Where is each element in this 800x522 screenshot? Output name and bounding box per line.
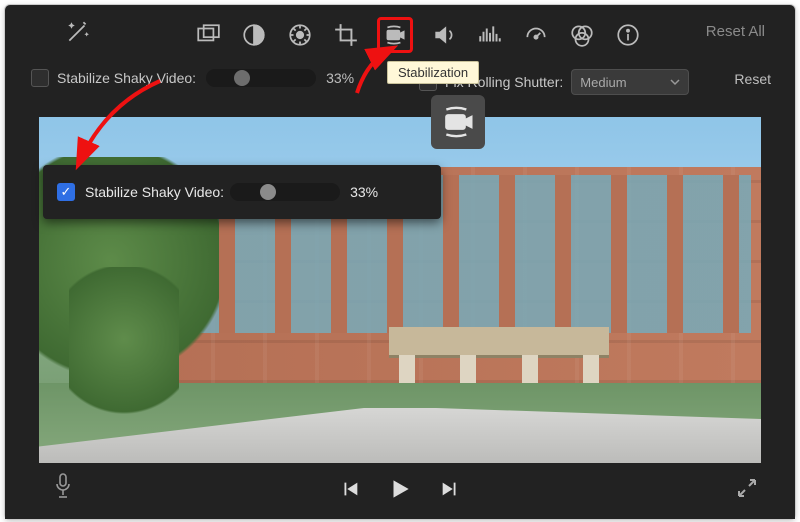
stabilize-checkbox[interactable] <box>31 69 49 87</box>
microphone-icon[interactable] <box>51 472 75 505</box>
chevron-down-icon <box>670 77 680 87</box>
annotation-arrow-left <box>65 75 175 185</box>
speed-icon[interactable] <box>521 20 551 50</box>
stabilize-callout-percent: 33% <box>350 184 378 200</box>
previous-button[interactable] <box>339 478 361 505</box>
overlay-icon[interactable] <box>193 20 223 50</box>
filters-icon[interactable] <box>567 20 597 50</box>
volume-icon[interactable] <box>429 20 459 50</box>
color-balance-icon[interactable] <box>239 20 269 50</box>
stabilization-large-icon <box>431 95 485 149</box>
stabilize-callout-checkbox[interactable]: ✓ <box>57 183 75 201</box>
stabilize-callout-slider[interactable] <box>230 183 340 201</box>
next-button[interactable] <box>439 478 461 505</box>
color-correction-icon[interactable] <box>285 20 315 50</box>
fullscreen-icon[interactable] <box>735 476 759 505</box>
rolling-select-value: Medium <box>580 75 626 90</box>
stabilize-slider[interactable] <box>206 69 316 87</box>
play-button[interactable] <box>387 476 413 507</box>
enhance-wand-icon[interactable] <box>65 19 91 50</box>
reset-button[interactable]: Reset <box>734 71 771 87</box>
stabilize-callout-label: Stabilize Shaky Video: <box>85 184 224 200</box>
bottom-bar <box>5 463 795 519</box>
annotation-arrow-right <box>347 43 407 99</box>
info-icon[interactable] <box>613 20 643 50</box>
reset-all-button[interactable]: Reset All <box>706 23 765 40</box>
noise-reduction-icon[interactable] <box>475 20 505 50</box>
rolling-select[interactable]: Medium <box>571 69 689 95</box>
